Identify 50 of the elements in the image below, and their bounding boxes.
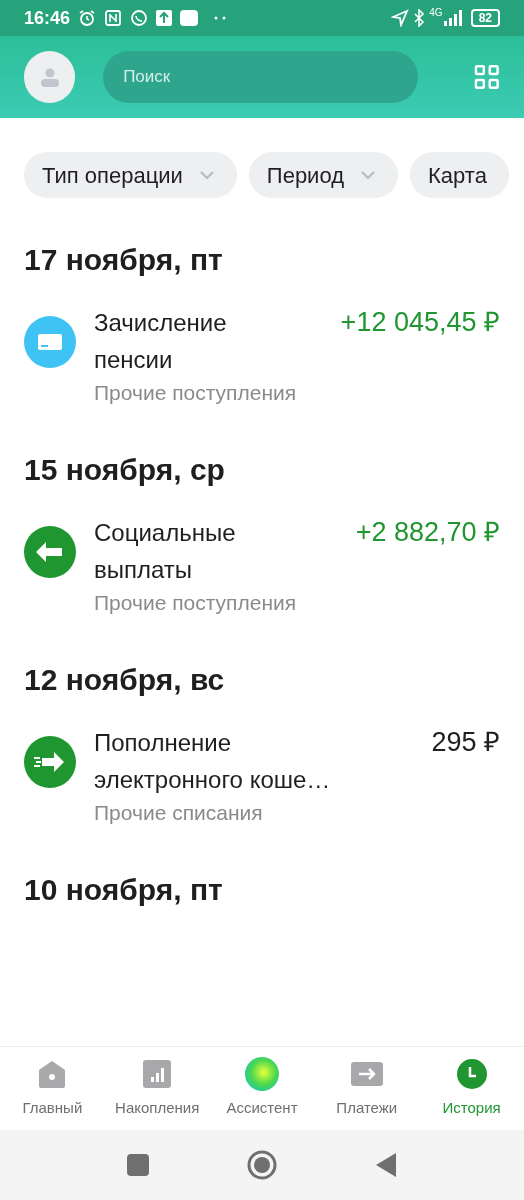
signal-icon	[442, 10, 463, 26]
clock-icon	[456, 1059, 487, 1090]
date-heading: 10 ноября, пт	[24, 872, 224, 908]
bar-chart-icon	[143, 1060, 172, 1089]
back-icon[interactable]	[375, 1152, 397, 1178]
app-icon	[180, 10, 199, 26]
status-time: 16:46	[24, 6, 71, 30]
transaction-title: Зачисление пенсии	[94, 308, 228, 375]
arrow-right-icon	[24, 736, 76, 788]
transaction-amount: +12 045,45 ₽	[340, 306, 500, 339]
nfc-icon	[104, 9, 123, 27]
filter-chip[interactable]: Период	[248, 152, 398, 198]
house-icon	[37, 1060, 68, 1089]
alarm-icon	[78, 9, 97, 27]
bluetooth-icon	[413, 9, 426, 27]
transaction-amount: +2 882,70 ₽	[355, 516, 500, 549]
chevron-down-icon	[198, 170, 215, 180]
arrow-card-icon	[350, 1062, 383, 1087]
card-icon	[24, 316, 76, 368]
transaction-category: Прочие поступления	[94, 590, 298, 616]
avatar[interactable]	[24, 51, 76, 103]
nav-tab[interactable]: История	[421, 1057, 522, 1120]
filter-chip[interactable]: Тип операции	[24, 152, 237, 198]
transaction-title: Социальные выплаты	[94, 518, 237, 585]
nav-tab[interactable]: Главный	[2, 1057, 103, 1120]
home-button-icon[interactable]	[247, 1150, 277, 1180]
battery-indicator: 82	[470, 9, 500, 27]
nav-tab[interactable]: Накопления	[107, 1057, 208, 1120]
transaction-category: Прочие поступления	[94, 380, 298, 406]
arrow-left-icon	[24, 526, 76, 578]
filter-chip[interactable]: Карта	[410, 152, 509, 198]
location-icon	[391, 9, 410, 27]
orb-icon	[245, 1057, 279, 1092]
transaction-title: Пополнение электронного коше…	[94, 728, 332, 795]
person-icon	[39, 67, 60, 87]
recents-icon[interactable]	[127, 1154, 149, 1176]
nav-tab[interactable]: Ассистент	[212, 1057, 312, 1120]
date-heading: 17 ноября, пт	[24, 242, 224, 278]
network-label: 4G	[429, 8, 443, 18]
search-field[interactable]: Поиск	[103, 51, 419, 103]
upload-icon	[156, 10, 173, 26]
chevron-down-icon	[360, 170, 376, 180]
nav-tab[interactable]: Платежи	[316, 1057, 417, 1120]
date-heading: 15 ноября, ср	[24, 452, 226, 488]
chat-icon	[130, 9, 149, 27]
transaction-amount: 295 ₽	[431, 726, 500, 759]
transaction-category: Прочие списания	[94, 800, 264, 826]
more-icon	[214, 16, 227, 20]
grid-icon[interactable]	[474, 64, 500, 90]
date-heading: 12 ноября, вс	[24, 662, 226, 698]
